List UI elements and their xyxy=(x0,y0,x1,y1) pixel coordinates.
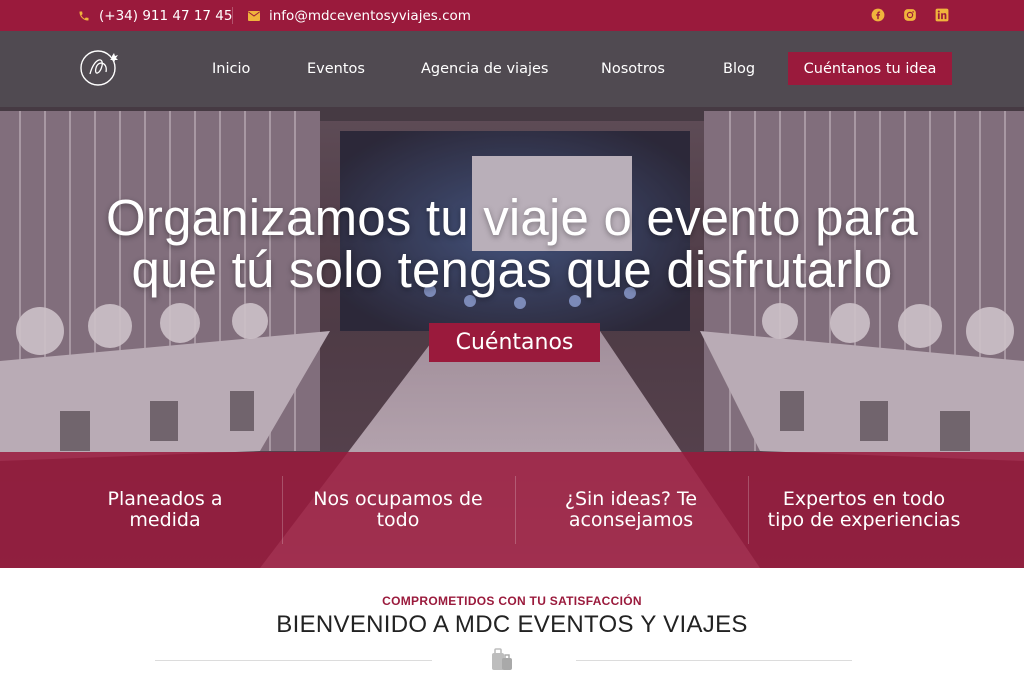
topbar-divider xyxy=(232,7,233,24)
feature-text-line: todo xyxy=(376,509,420,531)
cuentanos-tu-idea-button[interactable]: Cuéntanos tu idea xyxy=(788,52,952,85)
hero-headline-line-2: que tú solo tengas que disfrutarlo xyxy=(131,241,893,298)
feature-expertos: Expertos en todo tipo de experiencias xyxy=(744,452,984,568)
nav-item-inicio[interactable]: Inicio xyxy=(212,31,250,107)
feature-divider xyxy=(282,476,283,544)
feature-text-line: Nos ocupamos de xyxy=(313,488,483,510)
nav-item-agencia-de-viajes[interactable]: Agencia de viajes xyxy=(421,31,548,107)
main-navigation: Inicio Eventos Agencia de viajes Nosotro… xyxy=(0,31,1024,107)
section-kicker: COMPROMETIDOS CON TU SATISFACCIÓN xyxy=(382,594,642,608)
feature-text-line: Expertos en todo xyxy=(782,488,946,510)
linkedin-icon[interactable] xyxy=(935,8,949,22)
top-bar: (+34) 911 47 17 45 info@mdceventosyviaje… xyxy=(0,0,1024,31)
nav-item-eventos[interactable]: Eventos xyxy=(307,31,365,107)
feature-text-line: medida xyxy=(129,509,201,531)
feature-sin-ideas: ¿Sin ideas? Te aconsejamos xyxy=(521,452,741,568)
brand-logo[interactable] xyxy=(76,48,122,88)
nav-item-blog[interactable]: Blog xyxy=(723,31,755,107)
section-title: BIENVENIDO A MDC EVENTOS Y VIAJES xyxy=(276,611,748,638)
phone-contact[interactable]: (+34) 911 47 17 45 xyxy=(78,0,233,31)
feature-nos-ocupamos-de-todo: Nos ocupamos de todo xyxy=(288,452,508,568)
social-links xyxy=(871,8,949,22)
feature-text-line: Planeados a xyxy=(107,488,223,510)
phone-icon xyxy=(78,10,90,22)
feature-text-line: tipo de experiencias xyxy=(767,509,961,531)
instagram-icon[interactable] xyxy=(903,8,917,22)
title-divider-left xyxy=(155,660,432,661)
facebook-icon[interactable] xyxy=(871,8,885,22)
luggage-icon xyxy=(489,648,515,672)
feature-text-line: aconsejamos xyxy=(568,509,694,531)
email-address: info@mdceventosyviajes.com xyxy=(269,7,471,24)
email-contact[interactable]: info@mdceventosyviajes.com xyxy=(248,0,471,31)
features-band: Planeados a medida Nos ocupamos de todo ¿S… xyxy=(0,452,1024,568)
hero-headline: Organizamos tu viaje o evento para que t… xyxy=(0,192,1024,296)
cuentanos-button[interactable]: Cuéntanos xyxy=(429,323,600,362)
phone-number: (+34) 911 47 17 45 xyxy=(99,7,233,24)
feature-divider xyxy=(515,476,516,544)
hero-headline-line-1: Organizamos tu viaje o evento para xyxy=(106,189,918,246)
feature-planeados-a-medida: Planeados a medida xyxy=(55,452,275,568)
envelope-icon xyxy=(248,10,260,21)
feature-text-line: ¿Sin ideas? Te xyxy=(564,488,698,510)
title-divider-right xyxy=(576,660,852,661)
nav-item-nosotros[interactable]: Nosotros xyxy=(601,31,665,107)
